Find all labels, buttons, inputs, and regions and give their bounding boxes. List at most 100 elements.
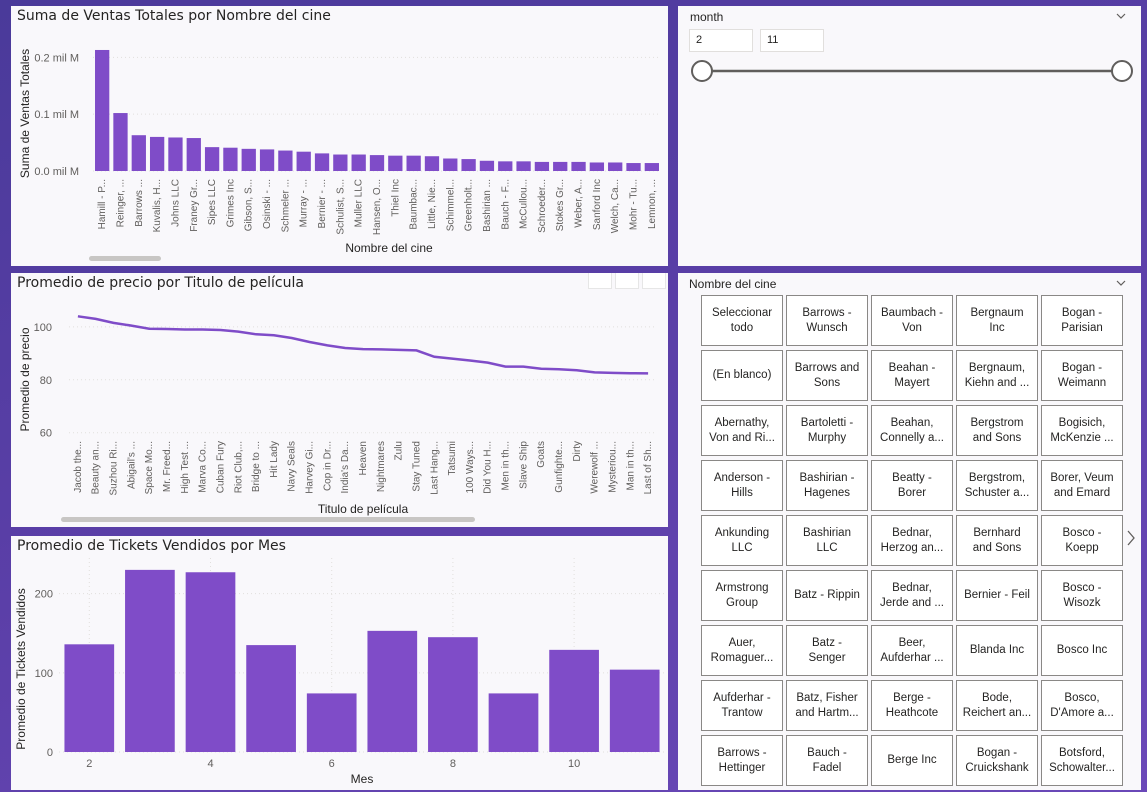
horizontal-scrollbar[interactable] — [61, 517, 475, 522]
cinema-slicer-panel[interactable]: Nombre del cine Seleccionar todo Barrows … — [678, 273, 1141, 790]
cinema-tile[interactable]: Bogan - Weimann — [1041, 350, 1123, 401]
cinema-tile[interactable]: Bauch - Fadel — [786, 735, 868, 786]
cinema-tile[interactable]: Aufderhar - Trantow — [701, 680, 783, 731]
cinema-tile[interactable]: Auer, Romaguer... — [701, 625, 783, 676]
cinema-tile[interactable]: Bednar, Jerde and ... — [871, 570, 953, 621]
chevron-down-icon[interactable] — [1115, 10, 1127, 22]
cinema-tile[interactable]: Anderson - Hills — [701, 460, 783, 511]
cinema-tile[interactable]: Bosco, D'Amore a... — [1041, 680, 1123, 731]
month-range-slider[interactable] — [678, 51, 1141, 91]
cinema-tile[interactable]: Baumbach - Von — [871, 295, 953, 346]
x-tick-label: Lemnon, ... — [647, 179, 658, 229]
sales-bar-chart: 0.0 mil M 0.1 mil M 0.2 mil M Hamill - P...… — [18, 49, 661, 261]
cinema-tile[interactable]: Bosco - Wisozk — [1041, 570, 1123, 621]
x-tick-label: Marva Co... — [198, 441, 209, 493]
cinema-tile[interactable]: Bergnaum Inc — [956, 295, 1038, 346]
x-axis-title: Mes — [351, 772, 374, 786]
month-max-input[interactable]: 11 — [760, 29, 824, 52]
cinema-tile[interactable]: Bosco Inc — [1041, 625, 1123, 676]
cinema-tile[interactable]: Barrows and Sons — [786, 350, 868, 401]
cinema-tile[interactable]: Bartoletti - Murphy — [786, 405, 868, 456]
cinema-tile[interactable]: Beahan, Connelly a... — [871, 405, 953, 456]
x-tick-label: 4 — [207, 758, 213, 770]
cinema-tile[interactable]: Bosco - Koepp — [1041, 515, 1123, 566]
cinema-tile[interactable]: Batz - Senger — [786, 625, 868, 676]
cinema-tile[interactable]: Bashirian - Hagenes — [786, 460, 868, 511]
x-tick-label: Hansen, O... — [372, 179, 383, 235]
x-tick-label: Franey Gr... — [189, 179, 200, 232]
cinema-tile[interactable]: Bernhard and Sons — [956, 515, 1038, 566]
cinema-tile[interactable]: Berge Inc — [871, 735, 953, 786]
cinema-tile[interactable]: Bogan - Parisian — [1041, 295, 1123, 346]
cinema-tile[interactable]: Armstrong Group — [701, 570, 783, 621]
chevron-right-icon[interactable] — [1125, 529, 1137, 547]
cinema-tile[interactable]: Bergstrom, Schuster a... — [956, 460, 1038, 511]
cinema-tile[interactable]: Bergnaum, Kiehn and ... — [956, 350, 1038, 401]
slider-handle-max[interactable] — [1111, 60, 1133, 82]
cinema-tile[interactable]: Bednar, Herzog an... — [871, 515, 953, 566]
bar — [186, 138, 201, 171]
cinema-tile[interactable]: Ankunding LLC — [701, 515, 783, 566]
filter-icon[interactable] — [588, 273, 612, 289]
x-tick-label: Zulu — [394, 441, 405, 460]
more-options-icon[interactable] — [642, 273, 666, 289]
bar — [479, 160, 495, 171]
cinema-tile[interactable]: Abernathy, Von and Ri... — [701, 405, 783, 456]
cinema-tile[interactable]: Blanda Inc — [956, 625, 1038, 676]
cinema-tile[interactable]: Bergstrom and Sons — [956, 405, 1038, 456]
bar — [406, 155, 421, 171]
chevron-down-icon[interactable] — [1115, 277, 1127, 289]
bar — [333, 154, 348, 171]
y-axis-title: Promedio de precio — [18, 327, 32, 431]
bar — [306, 693, 357, 752]
cinema-tile[interactable]: Bogisich, McKenzie ... — [1041, 405, 1123, 456]
x-tick-label: Man in th... — [625, 441, 636, 490]
bar — [516, 161, 531, 171]
bar — [64, 644, 115, 752]
bar — [367, 630, 418, 752]
x-tick-label: India's Da... — [340, 441, 351, 494]
cinema-tile[interactable]: Bode, Reichert an... — [956, 680, 1038, 731]
x-tick-label: Baumbac... — [409, 179, 420, 230]
bar — [185, 572, 236, 752]
sales-chart-panel[interactable]: Suma de Ventas Totales por Nombre del ci… — [11, 6, 668, 266]
cinema-tile[interactable]: Barrows - Wunsch — [786, 295, 868, 346]
cinema-tile[interactable]: Batz, Fisher and Hartm... — [786, 680, 868, 731]
bar — [571, 161, 586, 171]
cinema-tile[interactable]: Beer, Aufderhar ... — [871, 625, 953, 676]
cinema-tile[interactable]: Beatty - Borer — [871, 460, 953, 511]
cinema-tile[interactable]: (En blanco) — [701, 350, 783, 401]
x-tick-label: Suzhou Ri... — [109, 441, 120, 495]
cinema-tile[interactable]: Beahan - Mayert — [871, 350, 953, 401]
x-tick-label: Cuban Fury — [215, 441, 226, 493]
x-tick-label: High Test ... — [180, 441, 191, 494]
cinema-tile[interactable]: Berge - Heathcote — [871, 680, 953, 731]
month-slicer-panel[interactable]: month 2 11 — [678, 6, 1141, 266]
select-all-tile[interactable]: Seleccionar todo — [701, 295, 783, 346]
month-min-input[interactable]: 2 — [689, 29, 753, 52]
x-tick-label: Bauch - F... — [500, 179, 511, 230]
x-tick-label: Reinger, ... — [115, 179, 126, 227]
tickets-chart-panel[interactable]: Promedio de Tickets Vendidos por Mes 0 10… — [11, 536, 668, 790]
bar — [223, 147, 238, 171]
focus-mode-icon[interactable] — [615, 273, 639, 289]
cinema-tile[interactable]: Botsford, Schowalter... — [1041, 735, 1123, 786]
y-tick-label: 0.0 mil M — [34, 166, 79, 178]
x-tick-label: Welch, Ca... — [610, 179, 621, 233]
y-tick-label: 100 — [34, 322, 52, 334]
bar — [314, 153, 330, 171]
cinema-tile[interactable]: Barrows - Hettinger — [701, 735, 783, 786]
slider-handle-min[interactable] — [691, 60, 713, 82]
cinema-tile[interactable]: Borer, Veum and Emard — [1041, 460, 1123, 511]
bar — [553, 161, 568, 171]
x-tick-label: 2 — [86, 758, 92, 770]
cinema-tile[interactable]: Bashirian LLC — [786, 515, 868, 566]
x-tick-label: Stokes Gr... — [555, 179, 566, 231]
x-tick-label: Bernier - ... — [317, 179, 328, 228]
price-chart-panel[interactable]: Promedio de precio por Titulo de películ… — [11, 273, 668, 527]
y-tick-label: 100 — [35, 668, 53, 680]
horizontal-scrollbar[interactable] — [89, 256, 161, 261]
cinema-tile[interactable]: Bernier - Feil — [956, 570, 1038, 621]
cinema-tile[interactable]: Bogan - Cruickshank — [956, 735, 1038, 786]
cinema-tile[interactable]: Batz - Rippin — [786, 570, 868, 621]
